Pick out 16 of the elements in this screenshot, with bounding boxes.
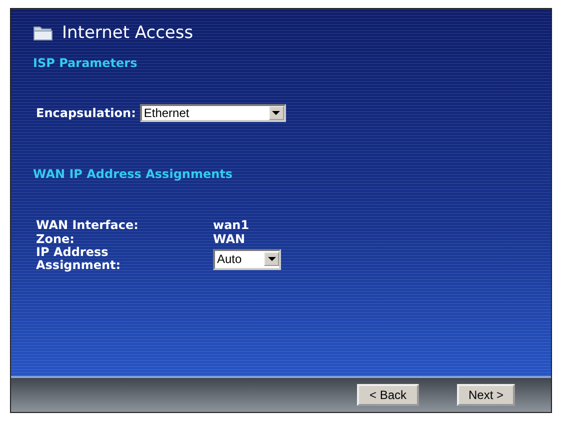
wizard-button[interactable]: < Back — [357, 384, 419, 406]
encapsulation-dropdown[interactable]: Ethernet — [140, 104, 286, 122]
folder-icon — [33, 25, 53, 41]
wizard-button[interactable]: Next > — [457, 384, 515, 406]
field-label: WAN Interface: — [36, 218, 140, 232]
section-heading: ISP Parameters — [33, 56, 138, 70]
caret-icon — [268, 257, 276, 261]
assignment-dropdown[interactable]: Auto — [213, 248, 281, 270]
field-value: WAN — [213, 232, 246, 246]
page-title: Internet Access — [62, 23, 194, 43]
caret-icon — [272, 111, 280, 115]
section-heading: WAN IP Address Assignments — [33, 167, 234, 181]
field-value: wan1 — [213, 218, 250, 232]
field-label: Encapsulation: — [36, 106, 136, 120]
field-label: IP Address Assignment: — [36, 246, 122, 272]
field-label: Zone: — [36, 232, 76, 246]
